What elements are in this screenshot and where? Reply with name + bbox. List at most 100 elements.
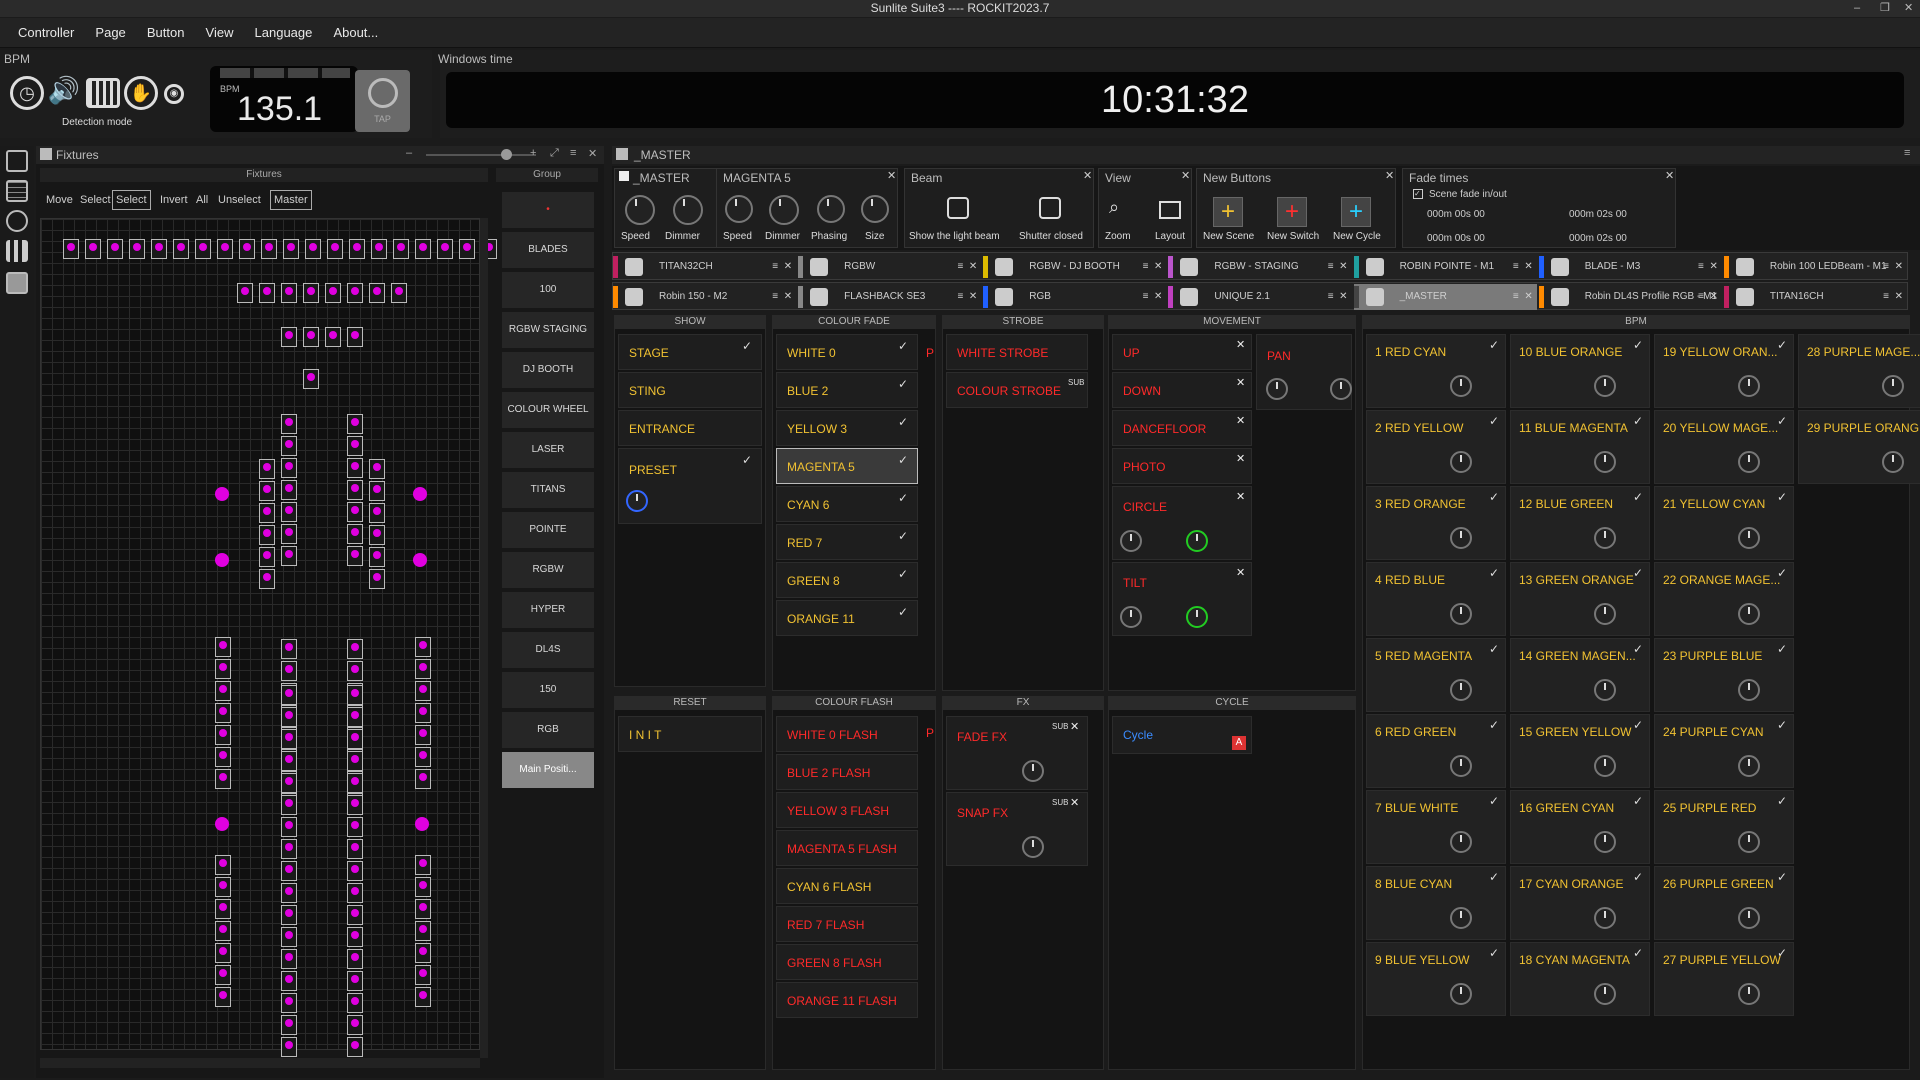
tab-menu-icon[interactable]: ≡ xyxy=(1513,254,1519,280)
bpm-scene-knob[interactable] xyxy=(1738,375,1760,397)
fixture-box[interactable] xyxy=(347,861,363,881)
group-button[interactable]: 150 xyxy=(502,672,594,708)
bpm-scene-button[interactable]: 28 PURPLE MAGE...✓ xyxy=(1798,334,1920,408)
fixture-box[interactable] xyxy=(281,817,297,837)
all-button[interactable]: All xyxy=(196,194,208,206)
fixture-box[interactable] xyxy=(347,993,363,1013)
close-icon[interactable]: ✕ xyxy=(1236,338,1245,351)
bpm-scene-knob[interactable] xyxy=(1738,603,1760,625)
colour-flash-button[interactable]: MAGENTA 5 FLASH xyxy=(776,830,918,866)
menu-page[interactable]: Page xyxy=(86,18,134,48)
bpm-scene-button[interactable]: 4 RED BLUE ✓ xyxy=(1366,562,1506,636)
group-button[interactable]: RGB xyxy=(502,712,594,748)
bpm-scene-button[interactable]: 26 PURPLE GREEN ✓ xyxy=(1654,866,1794,940)
colour-fade-button[interactable]: CYAN 6 xyxy=(776,486,918,522)
bpm-scene-button[interactable]: 20 YELLOW MAGE... ✓ xyxy=(1654,410,1794,484)
section-close-icon[interactable]: ✕ xyxy=(1083,169,1092,182)
speaker-icon[interactable]: 🔊 xyxy=(47,76,81,110)
bpm-scene-button[interactable]: 8 BLUE CYAN ✓ xyxy=(1366,866,1506,940)
midi-keyboard-icon[interactable] xyxy=(86,78,120,108)
fixture-box[interactable] xyxy=(325,327,341,347)
tab-menu-icon[interactable]: ≡ xyxy=(1328,284,1334,310)
tab-tabs_row2[interactable]: UNIQUE 2.1 ≡ ✕ xyxy=(1168,284,1351,310)
tilt-knob-2[interactable] xyxy=(1186,606,1208,628)
fixture-box[interactable] xyxy=(415,877,431,897)
fixture-box[interactable] xyxy=(281,480,297,500)
bpm-scene-knob[interactable] xyxy=(1594,603,1616,625)
group-button[interactable]: Main Positi... xyxy=(502,752,594,788)
tab-tabs_row2[interactable]: Robin 150 - M2 ≡ ✕ xyxy=(613,284,796,310)
new-scene-icon[interactable]: + xyxy=(1213,197,1243,227)
colour-fade-button[interactable]: YELLOW 3 xyxy=(776,410,918,446)
fixture-box[interactable] xyxy=(215,877,231,897)
fixture-box[interactable] xyxy=(347,480,363,500)
movement-button[interactable]: DANCEFLOOR xyxy=(1112,410,1252,446)
fixture-box[interactable] xyxy=(369,569,385,589)
fixture-box[interactable] xyxy=(281,414,297,434)
close-icon[interactable]: ✕ xyxy=(1236,452,1245,465)
bpm-scene-knob[interactable] xyxy=(1594,527,1616,549)
select-button[interactable]: Select xyxy=(80,194,111,206)
fixture-box[interactable] xyxy=(347,661,363,681)
movement-button[interactable]: DOWN xyxy=(1112,372,1252,408)
fixture-box[interactable] xyxy=(393,239,409,259)
colour-fade-button[interactable]: WHITE 0 xyxy=(776,334,918,370)
fixture-box[interactable] xyxy=(259,283,275,303)
colour-flash-button[interactable]: BLUE 2 FLASH xyxy=(776,754,918,790)
bpm-scene-knob[interactable] xyxy=(1738,755,1760,777)
bpm-scene-button[interactable]: 19 YELLOW ORAN... ✓ xyxy=(1654,334,1794,408)
fixture-box[interactable] xyxy=(369,283,385,303)
show-light-beam-label[interactable]: Show the light beam xyxy=(909,231,1000,242)
fixture-box[interactable] xyxy=(347,971,363,991)
fixture-box[interactable] xyxy=(259,481,275,501)
tab-menu-icon[interactable]: ≡ xyxy=(1143,284,1149,310)
faders-icon[interactable] xyxy=(6,240,28,262)
fixture-round[interactable] xyxy=(415,817,429,831)
pan-knob[interactable] xyxy=(1266,378,1288,400)
bpm-scene-knob[interactable] xyxy=(1450,603,1472,625)
speed-knob[interactable] xyxy=(625,195,655,225)
tab-close-icon[interactable]: ✕ xyxy=(1154,254,1162,280)
fixture-box[interactable] xyxy=(281,327,297,347)
fixture-box[interactable] xyxy=(129,239,145,259)
fixture-box[interactable] xyxy=(347,414,363,434)
fixture-box[interactable] xyxy=(259,459,275,479)
fixture-box[interactable] xyxy=(215,725,231,745)
fixture-box[interactable] xyxy=(281,661,297,681)
fixture-box[interactable] xyxy=(281,639,297,659)
tab-menu-icon[interactable]: ≡ xyxy=(1883,254,1889,280)
bpm-scene-knob[interactable] xyxy=(1738,451,1760,473)
fixture-box[interactable] xyxy=(259,525,275,545)
tab-tabs_row1[interactable]: RGBW ≡ ✕ xyxy=(798,254,981,280)
group-button[interactable]: BLADES xyxy=(502,232,594,268)
bpm-scene-knob[interactable] xyxy=(1450,983,1472,1005)
fixture-box[interactable] xyxy=(459,239,475,259)
fx-knob[interactable] xyxy=(1022,760,1044,782)
fixture-box[interactable] xyxy=(415,769,431,789)
tab-close-icon[interactable]: ✕ xyxy=(1524,254,1532,280)
fixture-box[interactable] xyxy=(347,707,363,727)
fixture-box[interactable] xyxy=(151,239,167,259)
tab-close-icon[interactable]: ✕ xyxy=(969,254,977,280)
fixture-layout-canvas[interactable] xyxy=(40,218,497,1057)
bpm-scene-button[interactable]: 1 RED CYAN ✓ xyxy=(1366,334,1506,408)
menu-language[interactable]: Language xyxy=(246,18,322,48)
tab-tabs_row2[interactable]: Robin DL4S Profile RGB - M1 ≡ ✕ xyxy=(1538,284,1722,310)
group-add-button[interactable]: • xyxy=(502,192,594,228)
fixture-box[interactable] xyxy=(281,751,297,771)
bpm-scene-button[interactable]: 2 RED YELLOW ✓ xyxy=(1366,410,1506,484)
fade-out-value-1[interactable]: 000m 02s 00 xyxy=(1569,209,1627,220)
fixture-box[interactable] xyxy=(63,239,79,259)
fixture-box[interactable] xyxy=(259,503,275,523)
fixture-box[interactable] xyxy=(415,965,431,985)
fixture-box[interactable] xyxy=(281,1037,297,1057)
new-scene-label[interactable]: New Scene xyxy=(1203,231,1254,242)
colour-flash-button[interactable]: ORANGE 11 FLASH xyxy=(776,982,918,1018)
tab-close-icon[interactable]: ✕ xyxy=(784,284,792,310)
tab-tabs_row2[interactable]: TITAN16CH ≡ ✕ xyxy=(1723,284,1907,310)
tab-tabs_row1[interactable]: Robin 100 LEDBeam - M1 ≡ ✕ xyxy=(1723,254,1907,280)
bpm-scene-button[interactable]: 24 PURPLE CYAN ✓ xyxy=(1654,714,1794,788)
tap-hand-icon[interactable]: ✋ xyxy=(124,76,158,110)
section-close-icon[interactable]: ✕ xyxy=(1181,169,1190,182)
movement-button[interactable]: PHOTO xyxy=(1112,448,1252,484)
